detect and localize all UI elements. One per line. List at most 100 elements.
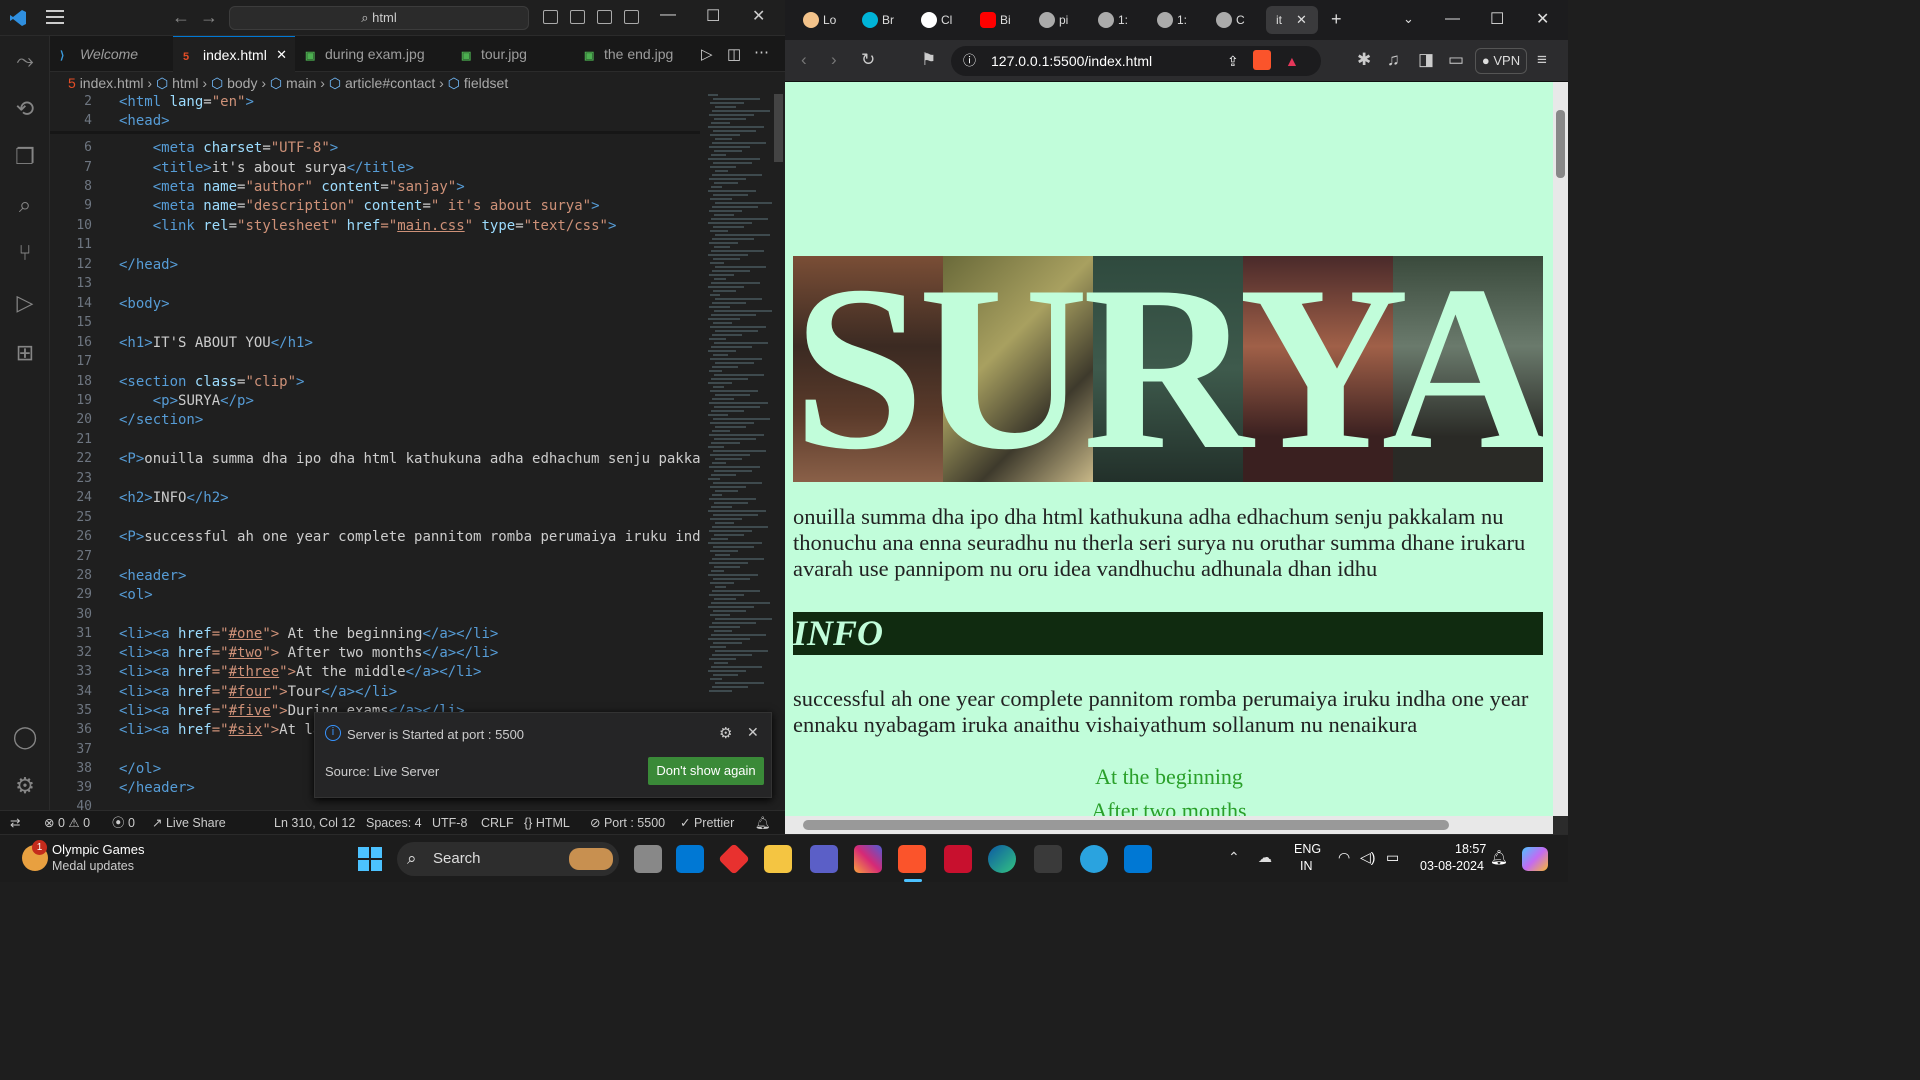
browser-tab[interactable]: Lo: [797, 6, 851, 34]
wallet-icon[interactable]: ▭: [1448, 50, 1464, 70]
problems-indicator[interactable]: ⊗ 0 ⚠ 0: [44, 812, 90, 834]
vscode-taskbar-icon[interactable]: [1124, 845, 1152, 873]
forward-arrow-icon[interactable]: →: [200, 7, 218, 28]
back-icon[interactable]: ‹: [801, 50, 807, 70]
language-region[interactable]: IN: [1300, 859, 1313, 873]
site-info-icon[interactable]: ⓘ: [963, 46, 976, 76]
notification-bell-icon[interactable]: 🔔︎: [1490, 849, 1508, 866]
settings-gear-icon[interactable]: ⚙: [10, 771, 40, 801]
media-icon[interactable]: ♫: [1387, 50, 1400, 70]
tab-tour[interactable]: ▣ tour.jpg: [451, 36, 574, 72]
address-bar[interactable]: ⓘ 127.0.0.1:5500/index.html ⇪ ▲: [951, 46, 1321, 76]
camera-icon[interactable]: [1034, 845, 1062, 873]
run-icon[interactable]: ▷: [701, 45, 713, 63]
volume-icon[interactable]: ◁): [1360, 849, 1375, 866]
reload-icon[interactable]: ↻: [861, 50, 875, 70]
breadcrumb-item[interactable]: body: [227, 75, 257, 91]
gear-icon[interactable]: ⚙: [719, 724, 732, 742]
brave-shields-icon[interactable]: [1253, 50, 1271, 70]
teams-icon[interactable]: [810, 845, 838, 873]
forward-icon[interactable]: ›: [831, 50, 837, 70]
search-icon[interactable]: ⌕: [10, 190, 40, 220]
page-scrollbar[interactable]: [1553, 82, 1568, 816]
browser-tab[interactable]: pi: [1033, 6, 1087, 34]
minimize-icon[interactable]: —: [1445, 10, 1460, 27]
clock-time[interactable]: 18:57: [1455, 842, 1486, 856]
language-mode[interactable]: {} HTML: [524, 812, 570, 834]
language-indicator[interactable]: ENG: [1294, 842, 1321, 856]
breadcrumb-item[interactable]: article#contact: [345, 75, 435, 91]
command-center-search[interactable]: ⌕ html: [229, 6, 529, 30]
page-horizontal-scrollbar[interactable]: [785, 816, 1553, 834]
onedrive-icon[interactable]: ☁: [1258, 849, 1272, 866]
minimap[interactable]: [700, 94, 774, 810]
battery-icon[interactable]: ▭: [1386, 849, 1399, 866]
browser-tab-active[interactable]: it ✕: [1266, 6, 1318, 34]
microsoft-store-icon[interactable]: [676, 845, 704, 873]
new-tab-icon[interactable]: +: [1331, 9, 1342, 30]
copilot-icon[interactable]: [1522, 847, 1548, 871]
indentation-status[interactable]: Spaces: 4: [366, 812, 422, 834]
share-icon[interactable]: ⇪: [1227, 46, 1239, 76]
tab-search-chevron-icon[interactable]: ⌄: [1403, 11, 1414, 27]
more-actions-icon[interactable]: ⋯: [754, 43, 769, 61]
taskbar-search[interactable]: ⌕ Search: [397, 842, 619, 876]
cursor-position[interactable]: Ln 310, Col 12: [274, 812, 355, 834]
browser-tab[interactable]: Bi: [974, 6, 1028, 34]
extensions-icon[interactable]: ⊞: [10, 338, 40, 368]
split-editor-icon[interactable]: ◫: [727, 45, 741, 63]
dont-show-again-button[interactable]: Don't show again: [648, 757, 764, 785]
browser-tab[interactable]: Br: [856, 6, 910, 34]
run-debug-icon[interactable]: ▷: [10, 288, 40, 318]
close-window-icon[interactable]: ✕: [1536, 9, 1549, 29]
main-css-link[interactable]: main.css: [397, 218, 464, 234]
url-text[interactable]: 127.0.0.1:5500/index.html: [991, 53, 1152, 69]
instagram-icon[interactable]: [854, 845, 882, 873]
live-share-icon[interactable]: ⤳: [10, 46, 40, 76]
breadcrumb-item[interactable]: main: [286, 75, 316, 91]
minimize-icon[interactable]: —: [660, 6, 676, 24]
toggle-sidebar-icon[interactable]: [543, 10, 558, 24]
browser-tab[interactable]: Cl: [915, 6, 969, 34]
close-icon[interactable]: ✕: [747, 724, 759, 741]
explorer-icon[interactable]: ❐: [10, 142, 40, 172]
live-share-status[interactable]: ↗ Live Share: [152, 812, 226, 834]
mcafee-icon[interactable]: [944, 845, 972, 873]
notifications-bell-icon[interactable]: 🔔︎: [755, 812, 771, 834]
clock-date[interactable]: 03-08-2024: [1420, 859, 1484, 873]
close-window-icon[interactable]: ✕: [752, 6, 765, 26]
chevron-up-icon[interactable]: ⌃: [1228, 849, 1240, 866]
editor-scrollbar[interactable]: [772, 94, 785, 810]
office-app-icon[interactable]: [718, 843, 750, 875]
telegram-icon[interactable]: [1080, 845, 1108, 873]
live-server-port[interactable]: ⊘ Port : 5500: [590, 812, 665, 834]
back-arrow-icon[interactable]: ←: [172, 7, 190, 28]
nav-link-two[interactable]: After two months: [785, 798, 1553, 816]
tab-index-html[interactable]: 5 index.html ✕: [173, 36, 295, 72]
breadcrumb-item[interactable]: index.html: [80, 75, 144, 91]
browser-tab[interactable]: 1:: [1151, 6, 1205, 34]
close-tab-icon[interactable]: ✕: [1296, 6, 1307, 34]
toggle-panel-icon[interactable]: [570, 10, 585, 24]
widget-subtitle[interactable]: Medal updates: [52, 859, 134, 873]
windows-start-icon[interactable]: [358, 847, 382, 871]
browser-tab[interactable]: C: [1210, 6, 1264, 34]
extensions-icon[interactable]: ✱: [1357, 50, 1371, 70]
browser-tab[interactable]: 1:: [1092, 6, 1146, 34]
toggle-secondary-sidebar-icon[interactable]: [597, 10, 612, 24]
wifi-icon[interactable]: ◠: [1338, 849, 1350, 866]
maximize-icon[interactable]: ☐: [706, 6, 720, 26]
menu-icon[interactable]: ≡: [1537, 50, 1547, 70]
scrollbar-thumb[interactable]: [774, 94, 783, 162]
encoding-status[interactable]: UTF-8: [432, 812, 467, 834]
tab-the-end[interactable]: ▣ the end.jpg: [574, 36, 694, 72]
eol-status[interactable]: CRLF: [481, 812, 514, 834]
accounts-icon[interactable]: ◯: [10, 722, 40, 752]
scrollbar-thumb[interactable]: [803, 820, 1449, 830]
brave-rewards-icon[interactable]: ▲: [1285, 46, 1299, 76]
ports-indicator[interactable]: ⦿ 0: [112, 812, 135, 834]
brave-icon[interactable]: [898, 845, 926, 873]
maximize-icon[interactable]: ☐: [1490, 9, 1504, 29]
menu-icon[interactable]: [46, 10, 64, 24]
bookmark-icon[interactable]: ⚑: [921, 50, 936, 70]
